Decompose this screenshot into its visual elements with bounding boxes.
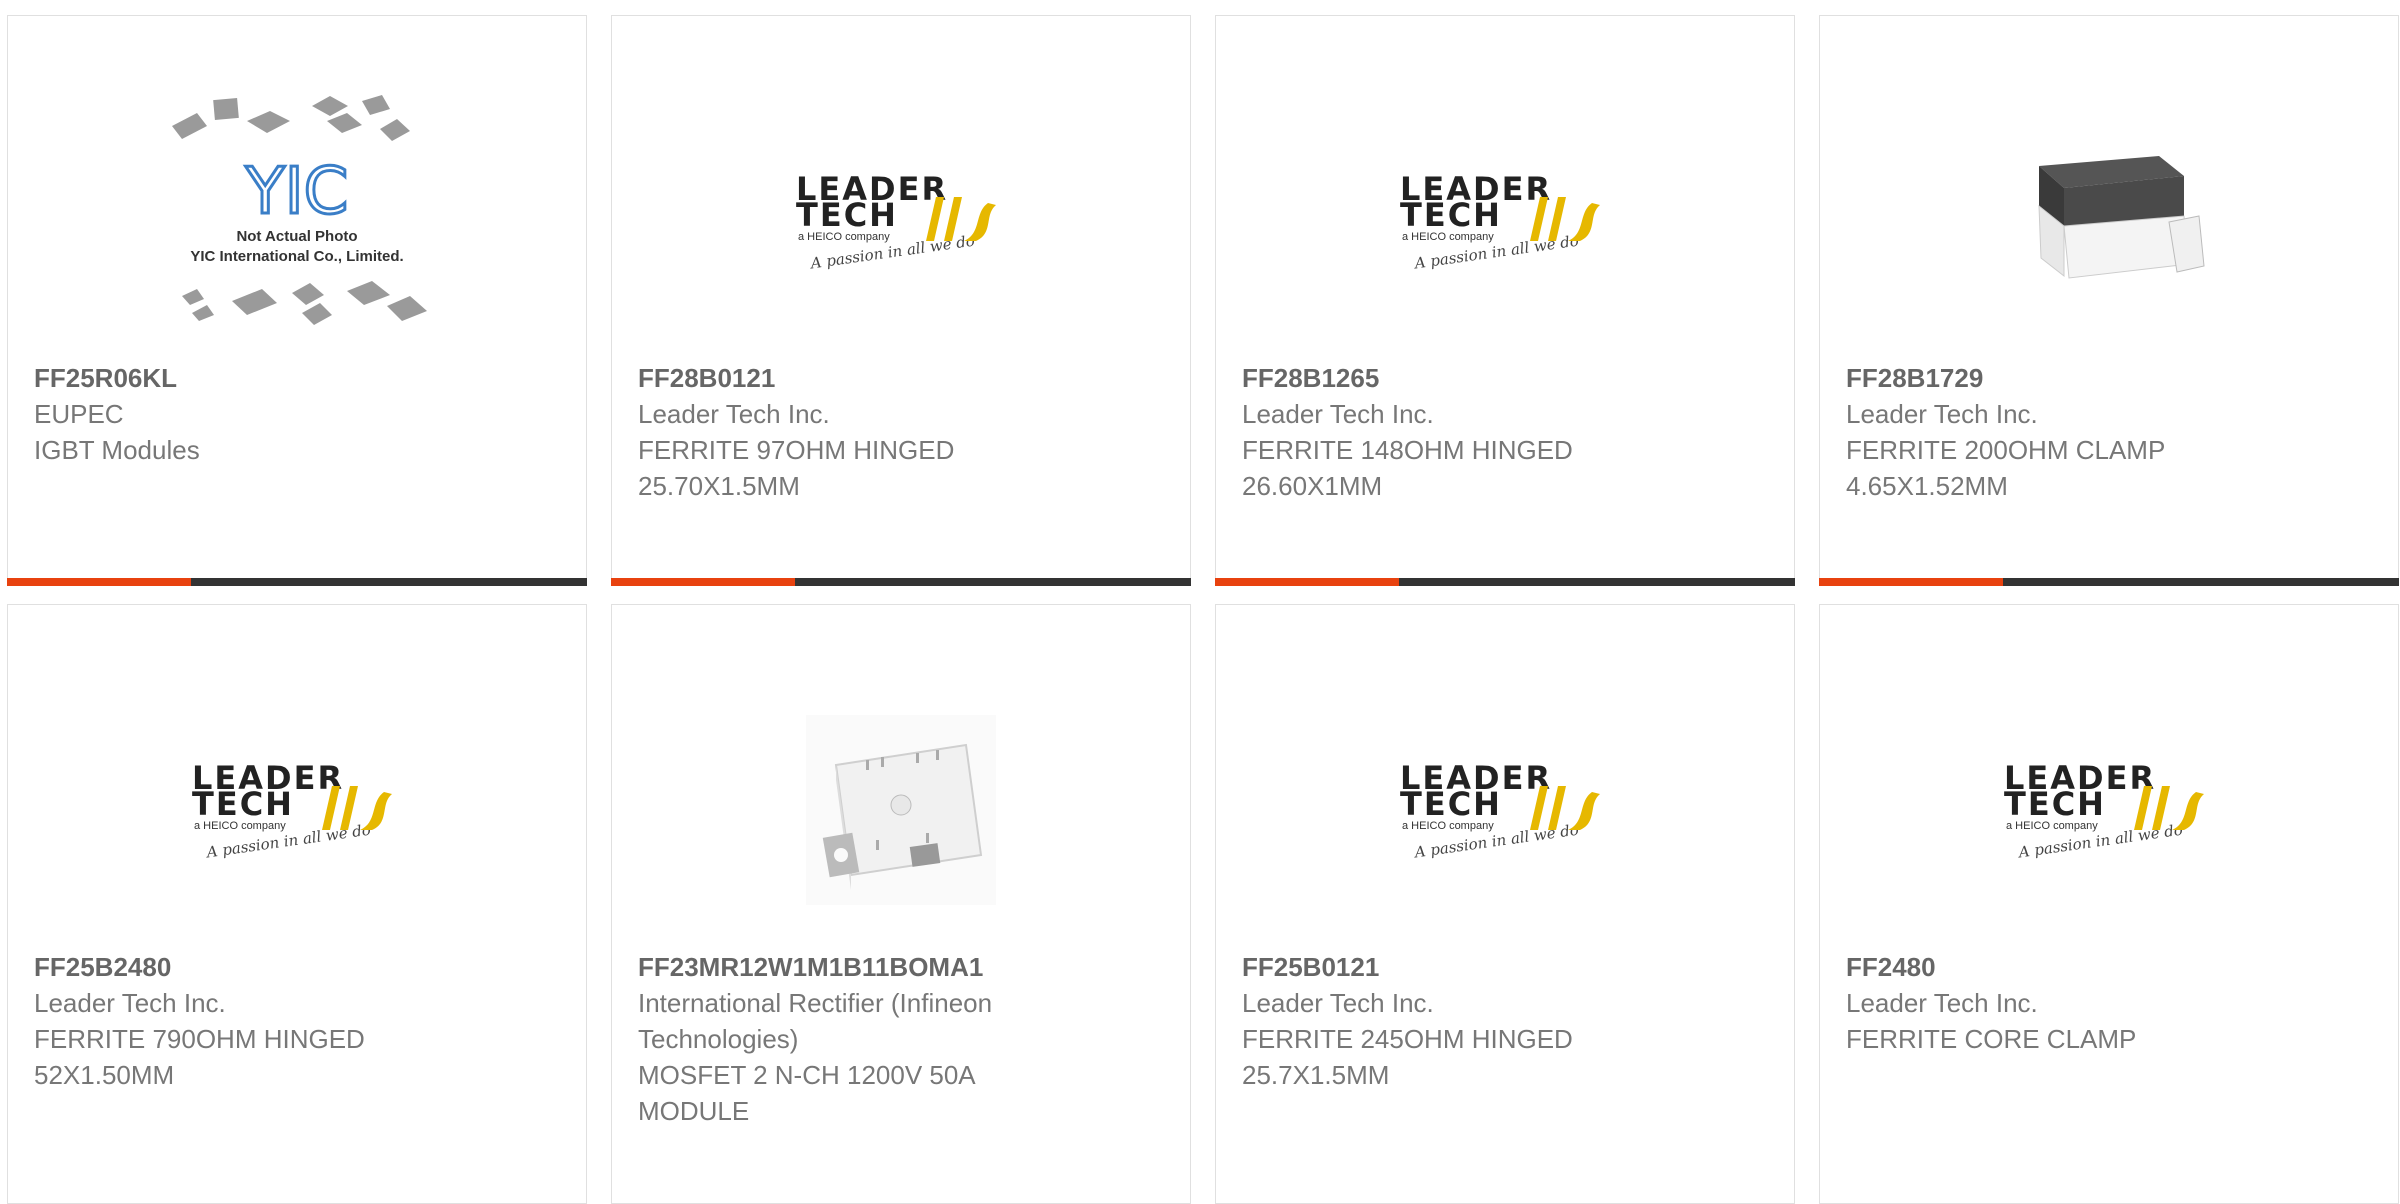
part-number[interactable]: FF23MR12W1M1B11BOMA1 <box>638 949 1170 985</box>
logo-line-2: TECH <box>2004 785 2106 823</box>
leader-tech-logo: LEADER TECH a HEICO company A passion in… <box>192 760 402 861</box>
leader-tech-logo: LEADER TECH a HEICO company A passion in… <box>1400 760 1610 861</box>
description: FERRITE CORE CLAMP <box>1846 1024 2137 1054</box>
product-image[interactable]: LEADER TECH a HEICO company A passion in… <box>612 76 1190 366</box>
manufacturer: International Rectifier (Infineon <box>638 988 993 1018</box>
manufacturer: Leader Tech Inc. <box>1846 988 2038 1018</box>
part-number[interactable]: FF25R06KL <box>34 360 566 396</box>
product-image[interactable] <box>1820 76 2398 366</box>
leader-tech-logo: LEADER TECH a HEICO company A passion in… <box>1400 171 1610 272</box>
card-bottom-bar <box>611 578 1191 586</box>
logo-sub: a HEICO company <box>798 231 890 243</box>
part-number[interactable]: FF25B0121 <box>1242 949 1774 985</box>
product-card[interactable]: LEADER TECH a HEICO company A passion in… <box>1215 604 1795 1204</box>
placeholder-line-1: Not Actual Photo <box>236 228 357 245</box>
manufacturer: Technologies) <box>638 1024 799 1054</box>
description: IGBT Modules <box>34 435 200 465</box>
product-card[interactable]: LEADER TECH a HEICO company A passion in… <box>1215 15 1795 586</box>
product-image[interactable]: LEADER TECH a HEICO company A passion in… <box>1820 665 2398 955</box>
part-number[interactable]: FF28B0121 <box>638 360 1170 396</box>
logo-line-2: TECH <box>1400 785 1502 823</box>
product-grid: Not Actual Photo YIC International Co., … <box>0 0 2400 1204</box>
logo-line-2: TECH <box>192 785 294 823</box>
card-bottom-bar <box>7 578 587 586</box>
manufacturer: Leader Tech Inc. <box>638 399 830 429</box>
manufacturer: EUPEC <box>34 399 124 429</box>
leader-tech-logo: LEADER TECH a HEICO company A passion in… <box>2004 760 2214 861</box>
ferrite-clamp-photo <box>2038 156 2205 279</box>
logo-sub: a HEICO company <box>2006 820 2098 832</box>
card-bar-accent <box>611 578 795 586</box>
description: MODULE <box>638 1096 750 1126</box>
description: FERRITE 97OHM HINGED <box>638 435 955 465</box>
part-number[interactable]: FF2480 <box>1846 949 2378 985</box>
card-bar-accent <box>1215 578 1399 586</box>
description: 52X1.50MM <box>34 1060 175 1090</box>
product-image[interactable] <box>612 665 1190 955</box>
product-card[interactable]: FF28B1729 Leader Tech Inc. FERRITE 200OH… <box>1819 15 2399 586</box>
description: FERRITE 245OHM HINGED <box>1242 1024 1573 1054</box>
description: 25.70X1.5MM <box>638 471 800 501</box>
product-card[interactable]: FF23MR12W1M1B11BOMA1 International Recti… <box>611 604 1191 1204</box>
description: MOSFET 2 N-CH 1200V 50A <box>638 1060 976 1090</box>
logo-sub: a HEICO company <box>1402 820 1494 832</box>
product-image[interactable]: Not Actual Photo YIC International Co., … <box>8 76 586 366</box>
product-image[interactable]: LEADER TECH a HEICO company A passion in… <box>1216 665 1794 955</box>
part-number[interactable]: FF25B2480 <box>34 949 566 985</box>
manufacturer: Leader Tech Inc. <box>1242 399 1434 429</box>
placeholder-line-2: YIC International Co., Limited. <box>190 248 403 265</box>
logo-sub: a HEICO company <box>1402 231 1494 243</box>
card-bottom-bar <box>1215 578 1795 586</box>
card-bar-accent <box>7 578 191 586</box>
description: 26.60X1MM <box>1242 471 1383 501</box>
description: FERRITE 148OHM HINGED <box>1242 435 1573 465</box>
leader-tech-logo: LEADER TECH a HEICO company A passion in… <box>796 171 1006 272</box>
product-card[interactable]: LEADER TECH a HEICO company A passion in… <box>7 604 587 1204</box>
description: FERRITE 200OHM CLAMP <box>1846 435 2166 465</box>
heico-mark-icon <box>1530 786 1600 830</box>
card-bottom-bar <box>1819 578 2399 586</box>
yic-placeholder-image: Not Actual Photo YIC International Co., … <box>172 95 427 325</box>
power-module-photo <box>806 715 996 905</box>
part-number[interactable]: FF28B1729 <box>1846 360 2378 396</box>
card-bar-accent <box>1819 578 2003 586</box>
heico-mark-icon <box>2134 786 2204 830</box>
yic-logo-text: YIC <box>245 155 349 229</box>
description: 4.65X1.52MM <box>1846 471 2008 501</box>
heico-mark-icon <box>1530 197 1600 241</box>
logo-sub: a HEICO company <box>194 820 286 832</box>
logo-line-2: TECH <box>796 196 898 234</box>
product-card[interactable]: Not Actual Photo YIC International Co., … <box>7 15 587 586</box>
heico-mark-icon <box>322 786 392 830</box>
product-card[interactable]: LEADER TECH a HEICO company A passion in… <box>611 15 1191 586</box>
logo-line-2: TECH <box>1400 196 1502 234</box>
heico-mark-icon <box>926 197 996 241</box>
product-image[interactable]: LEADER TECH a HEICO company A passion in… <box>1216 76 1794 366</box>
product-card[interactable]: LEADER TECH a HEICO company A passion in… <box>1819 604 2399 1204</box>
product-image[interactable]: LEADER TECH a HEICO company A passion in… <box>8 665 586 955</box>
manufacturer: Leader Tech Inc. <box>34 988 226 1018</box>
description: FERRITE 790OHM HINGED <box>34 1024 365 1054</box>
manufacturer: Leader Tech Inc. <box>1846 399 2038 429</box>
manufacturer: Leader Tech Inc. <box>1242 988 1434 1018</box>
part-number[interactable]: FF28B1265 <box>1242 360 1774 396</box>
description: 25.7X1.5MM <box>1242 1060 1390 1090</box>
